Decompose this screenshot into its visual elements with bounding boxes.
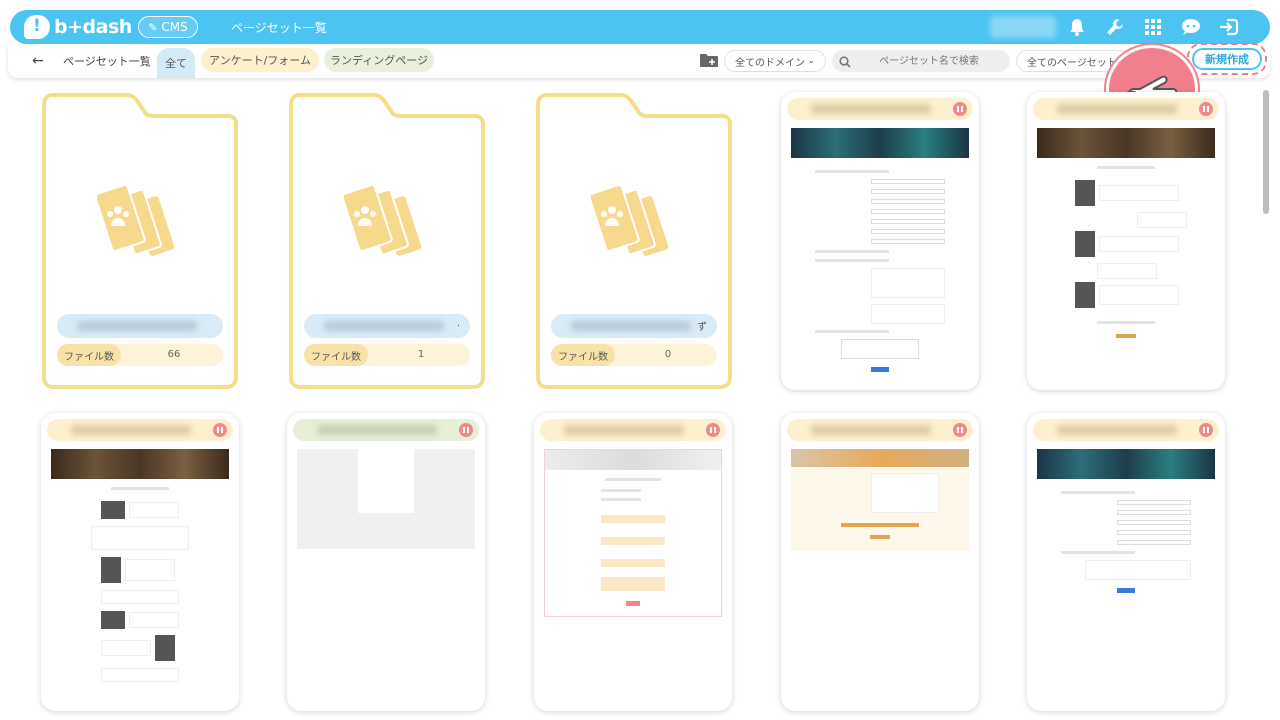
file-count-label: ファイル数 — [551, 344, 615, 366]
chevron-down-icon: ⌄ — [807, 56, 815, 66]
file-count-label: ファイル数 — [57, 344, 121, 366]
tab-survey-form[interactable]: アンケート/フォーム — [201, 48, 319, 72]
pause-icon[interactable] — [1199, 102, 1213, 116]
pause-icon[interactable] — [953, 102, 967, 116]
folder-card[interactable]: . ファイル数 1 — [288, 92, 486, 390]
folder-add-icon[interactable] — [700, 52, 718, 67]
pageset-card[interactable] — [1027, 92, 1225, 390]
logo-icon — [24, 15, 50, 39]
folder-name — [57, 314, 223, 338]
search-input[interactable] — [854, 53, 1004, 69]
search-icon — [839, 53, 851, 72]
back-arrow-icon[interactable]: ← — [32, 53, 44, 69]
file-count: ファイル数 0 — [551, 344, 717, 366]
pageset-card[interactable] — [781, 92, 979, 390]
folder-name: . — [304, 314, 470, 338]
page-thumbnail — [544, 449, 722, 617]
pageset-card[interactable] — [287, 413, 485, 711]
file-count: ファイル数 66 — [57, 344, 223, 366]
new-create-button[interactable]: 新規作成 — [1192, 48, 1262, 70]
pageset-icon — [344, 184, 422, 256]
pause-icon[interactable] — [213, 423, 227, 437]
pageset-card-title — [787, 98, 973, 120]
breadcrumb: ページセット一覧 — [63, 55, 151, 68]
page-title: ページセット一覧 — [231, 21, 327, 35]
pageset-card[interactable] — [534, 413, 732, 711]
pageset-card[interactable] — [41, 413, 239, 711]
search-box[interactable] — [832, 50, 1010, 72]
file-count: ファイル数 1 — [304, 344, 470, 366]
folder-card[interactable]: ファイル数 66 — [41, 92, 239, 390]
grid-icon[interactable] — [1142, 16, 1164, 38]
page-thumbnail — [297, 449, 475, 549]
wrench-icon[interactable] — [1104, 16, 1126, 38]
filter-bar: ← ページセット一覧 全て アンケート/フォーム ランディングページ 全てのドメ… — [8, 44, 1270, 78]
pageset-card-title — [1033, 419, 1219, 441]
pause-icon[interactable] — [706, 423, 720, 437]
logo-text: b+dash — [54, 16, 132, 38]
top-navbar: b+dash ✎ CMS ページセット一覧 — [10, 10, 1270, 44]
cms-label: CMS — [161, 20, 188, 34]
domain-select-value: 全てのドメイン — [735, 57, 805, 69]
page-thumbnail — [1037, 449, 1215, 601]
pause-icon[interactable] — [459, 423, 473, 437]
pageset-card-title — [540, 419, 726, 441]
pageset-card-title — [47, 419, 233, 441]
pause-icon[interactable] — [1199, 423, 1213, 437]
pageset-select-value: 全てのページセット — [1027, 57, 1117, 69]
page-thumbnail — [791, 449, 969, 551]
pageset-icon — [97, 184, 175, 256]
pageset-card-title — [1033, 98, 1219, 120]
domain-select[interactable]: 全てのドメイン ⌄ — [724, 50, 826, 72]
file-count-value: 1 — [417, 349, 425, 360]
pause-icon[interactable] — [953, 423, 967, 437]
page-thumbnail — [51, 449, 229, 686]
file-count-label: ファイル数 — [304, 344, 368, 366]
edit-icon: ✎ — [148, 20, 158, 34]
folder-card[interactable]: ず ファイル数 0 — [535, 92, 733, 390]
scrollbar[interactable] — [1263, 90, 1269, 214]
file-count-value: 66 — [167, 349, 181, 360]
pageset-card[interactable] — [1027, 413, 1225, 711]
bell-icon[interactable] — [1066, 16, 1088, 38]
page-thumbnail — [791, 128, 969, 380]
logout-icon[interactable] — [1218, 16, 1240, 38]
pageset-card-title — [293, 419, 479, 441]
file-count-value: 0 — [664, 349, 672, 360]
chat-icon[interactable] — [1180, 16, 1202, 38]
cms-button[interactable]: ✎ CMS — [138, 16, 198, 38]
tab-all[interactable]: 全て — [157, 48, 195, 78]
logo[interactable]: b+dash — [24, 14, 132, 40]
folder-name: ず — [551, 314, 717, 338]
pageset-card[interactable] — [781, 413, 979, 711]
account-name[interactable] — [990, 16, 1056, 38]
pageset-icon — [591, 184, 669, 256]
pageset-card-title — [787, 419, 973, 441]
page-thumbnail — [1037, 128, 1215, 346]
tab-landing-page[interactable]: ランディングページ — [324, 48, 434, 72]
